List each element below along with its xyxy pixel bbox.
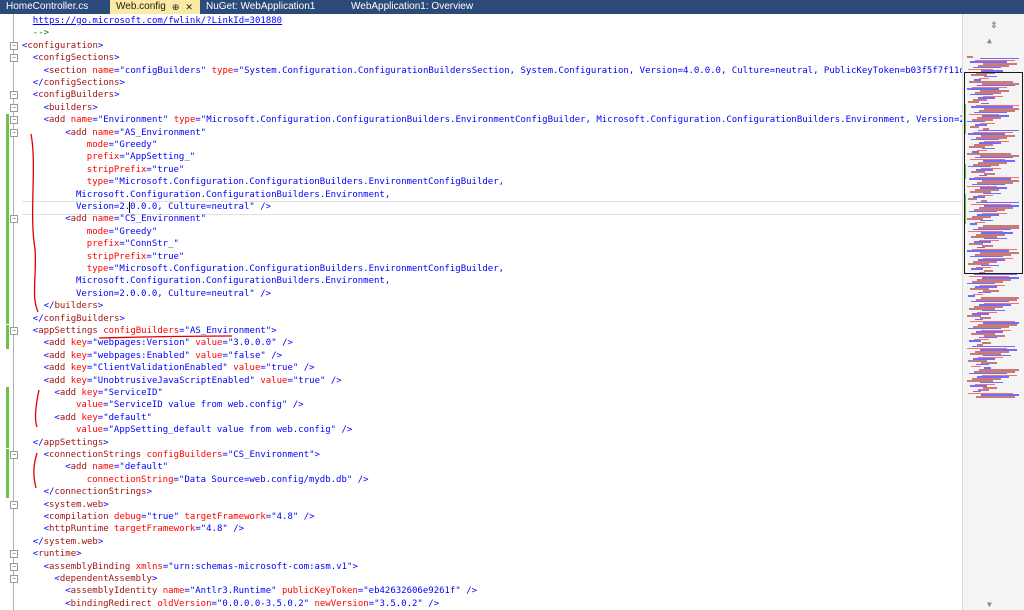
tab-web-config[interactable]: Web.config ⊕ ✕ [110,0,200,14]
annotation-bracket-builders [30,133,39,313]
minimap-line [968,295,975,297]
close-icon[interactable]: ✕ [185,0,193,14]
minimap-line [982,342,991,344]
annotation-underline-appsettings [98,335,233,339]
scroll-up-icon[interactable]: ▲ [987,36,992,45]
minimap-scrollbar[interactable]: ⇳ ▲ ▼ [962,14,1024,610]
minimap-line [971,365,981,368]
tab-nuget[interactable]: NuGet: WebApplication1 [200,0,345,14]
pin-icon[interactable]: ⊕ [172,0,180,14]
tab-label: NuGet: WebApplication1 [206,1,316,12]
tab-overview[interactable]: WebApplication1: Overview [345,0,505,14]
tab-label: WebApplication1: Overview [351,1,474,12]
annotation-marks [30,133,233,489]
tab-homecontroller[interactable]: HomeController.cs [0,0,110,14]
minimap-viewport[interactable] [964,72,1023,274]
code-editor[interactable]: − − − − − − − − − − − − − https://go.microsoft.com/f… [0,14,962,610]
document-tab-bar: HomeController.cs Web.config ⊕ ✕ NuGet: … [0,0,1024,14]
annotation-bracket-appsettings [34,389,40,428]
minimap-line [967,315,981,317]
minimap-line [976,396,1015,398]
split-icon[interactable]: ⇳ [963,14,1024,34]
annotation-bracket-connectionstrings [33,452,38,489]
scroll-down-icon[interactable]: ▼ [987,600,992,609]
tab-label: Web.config [116,1,166,12]
tab-label: HomeController.cs [6,1,89,12]
minimap-line [969,340,981,342]
minimap-line [967,56,973,58]
